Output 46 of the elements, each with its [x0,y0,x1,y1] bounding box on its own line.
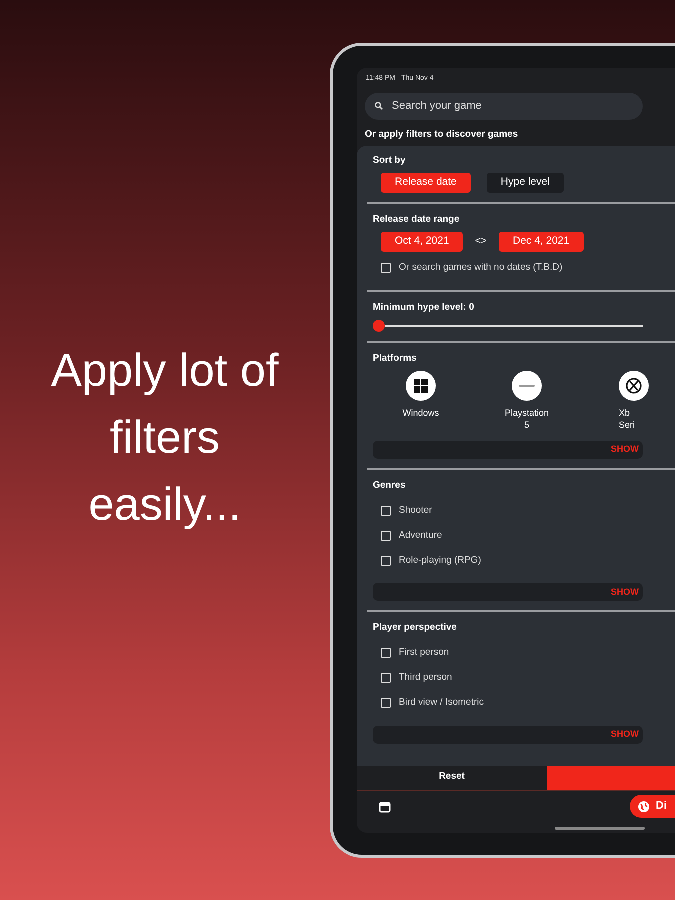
checkbox-label: Adventure [399,528,442,543]
xbox-logo-icon[interactable] [619,371,649,401]
section-title: Platforms [373,352,418,366]
checkbox[interactable] [381,530,391,541]
start-date-button[interactable]: Oct 4, 2021 [381,232,464,252]
checkbox[interactable] [381,263,391,273]
section-title: Player perspective [373,621,458,636]
platform-label: Playstation 5 [504,407,550,431]
show-more-bar[interactable]: SHOW [373,583,643,602]
apply-button[interactable] [547,766,675,790]
discover-label: Di [656,799,667,814]
section-title: Minimum hype level: 0 [373,300,476,314]
checkbox[interactable] [381,648,391,658]
platform-label: Windows [402,407,440,419]
slider-thumb[interactable] [373,320,385,332]
checkbox-label: Third person [399,670,452,685]
platform-label: Xb Seri [619,407,636,431]
headline: Apply lot of filters easily... [50,343,280,532]
checkbox[interactable] [381,556,391,566]
checkbox-label: Bird view / Isometric [399,696,484,710]
checkbox-label: Shooter [399,504,432,518]
sort-option[interactable]: Hype level [486,172,564,192]
range-separator: <> [474,235,488,250]
show-more-label: SHOW [611,728,639,741]
filters-hint: Or apply filters to discover games [364,128,520,142]
show-more-bar[interactable]: SHOW [373,726,643,744]
checkbox-label: Role-playing (RPG) [399,554,482,568]
discover-button[interactable]: Di [630,795,675,818]
checkbox[interactable] [381,673,391,683]
checkbox[interactable] [381,698,391,708]
checkbox-label: Or search games with no dates (T.B.D) [399,260,563,275]
sort-option[interactable]: Release date [381,172,471,192]
section-title: Sort by [373,154,407,168]
search-icon [375,102,383,110]
search-field[interactable]: Search your game [392,98,592,114]
windows-logo-icon[interactable] [406,371,436,401]
section-title: Genres [373,479,407,493]
checkbox-label: First person [399,646,450,660]
show-more-bar[interactable]: SHOW [373,441,643,459]
search-bar[interactable]: Search your game [365,92,643,120]
show-more-label: SHOW [611,586,639,598]
end-date-button[interactable]: Dec 4, 2021 [498,232,584,252]
calendar-icon[interactable] [379,800,391,812]
show-more-label: SHOW [611,443,639,456]
section-title: Release date range [373,212,461,226]
checkbox[interactable] [381,506,391,516]
